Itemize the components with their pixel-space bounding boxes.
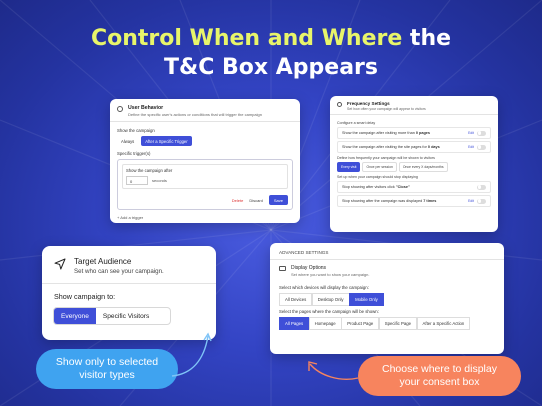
stop-close-text: Stop showing after visitors click: [342, 185, 396, 189]
frequency-options: Every visit Once per session Once every …: [337, 162, 491, 172]
curved-arrow-left-icon: [171, 332, 212, 377]
delay-pages-value: 0 pages: [415, 131, 431, 135]
all-devices-option[interactable]: All Devices: [279, 293, 313, 306]
delete-button[interactable]: Delete: [232, 198, 244, 203]
edit-link[interactable]: Edit: [468, 131, 474, 135]
navigation-arrow-icon: [54, 258, 66, 270]
delay-item-days: Show the campaign after visiting the sit…: [337, 141, 491, 153]
specific-visitors-option[interactable]: Specific Visitors: [96, 308, 156, 324]
edit-link[interactable]: Edit: [468, 145, 474, 149]
user-behavior-subtitle: Define the specific user's actions or co…: [128, 112, 262, 117]
stop-close-toggle[interactable]: [477, 184, 486, 190]
delay-days-value: 0 days: [427, 145, 440, 149]
pages-options: All Pages Homepage Product Page Specific…: [279, 317, 495, 330]
display-options-title: Display Options: [291, 265, 327, 271]
user-behavior-header: User Behavior Define the specific user's…: [110, 99, 300, 122]
product-page-option[interactable]: Product Page: [341, 317, 380, 330]
always-option[interactable]: Always: [117, 136, 138, 146]
headline-part2: the: [402, 26, 452, 51]
delay-item-pages: Show the campaign after visiting more th…: [337, 127, 491, 139]
trigger-box: Show the campaign after 0 seconds Delete…: [117, 159, 293, 210]
trigger-seconds-input[interactable]: 0: [126, 176, 148, 185]
stop-times-text: Stop showing after the campaign was disp…: [342, 199, 424, 203]
desktop-only-option[interactable]: Desktop Only: [311, 293, 350, 306]
after-specific-action-option[interactable]: After a Specific Action: [416, 317, 471, 330]
callout-right-line1: Choose where to display: [382, 363, 497, 375]
trigger-unit: seconds: [152, 178, 167, 183]
save-button[interactable]: Save: [268, 195, 288, 205]
devices-options: All Devices Desktop Only Mobile Only: [279, 293, 495, 306]
discard-button[interactable]: Discard: [249, 198, 263, 203]
stop-close-value: "Close": [395, 185, 410, 189]
stop-item-close: Stop showing after visitors click "Close…: [337, 181, 491, 193]
trigger-title: Show the campaign after: [126, 168, 173, 173]
homepage-option[interactable]: Homepage: [308, 317, 342, 330]
mobile-only-option[interactable]: Mobile Only: [349, 293, 384, 306]
stop-times-toggle[interactable]: [477, 198, 486, 204]
target-audience-card: Target Audience Set who can see your cam…: [42, 246, 216, 340]
stop-item-times: Stop showing after the campaign was disp…: [337, 195, 491, 207]
headline-highlight: Control When and Where: [90, 26, 403, 51]
callout-left-line2: visitor types: [79, 369, 135, 381]
everyone-option[interactable]: Everyone: [54, 308, 96, 324]
advanced-settings-label: ADVANCED SETTINGS: [270, 243, 504, 260]
pages-label: Select the pages where the campaign will…: [279, 309, 379, 314]
target-audience-title: Target Audience: [74, 257, 132, 266]
user-icon: [117, 106, 123, 112]
callout-left: Show only to selected visitor types: [36, 349, 178, 389]
headline-line2: T&C Box Appears: [164, 55, 378, 80]
once-every-x-option[interactable]: Once every X days/months: [398, 162, 448, 172]
user-behavior-title: User Behavior: [128, 105, 164, 111]
display-options-card: ADVANCED SETTINGS Display Options Set wh…: [270, 243, 504, 354]
every-visit-option[interactable]: Every visit: [337, 162, 361, 172]
once-per-session-option[interactable]: Once per session: [362, 162, 397, 172]
frequency-title: Frequency Settings: [347, 101, 390, 106]
show-campaign-label: Show the campaign: [117, 128, 155, 133]
delay-label: Configure a smart delay: [337, 121, 376, 125]
stop-times-value: 7 times: [423, 199, 437, 203]
add-trigger-button[interactable]: + Add a trigger: [117, 215, 293, 220]
specific-page-option[interactable]: Specific Page: [378, 317, 418, 330]
all-pages-option[interactable]: All Pages: [279, 317, 310, 330]
delay-pages-text: Show the campaign after visiting more th…: [342, 131, 416, 135]
delay-days-text: Show the campaign after visiting the sit…: [342, 145, 428, 149]
frequency-settings-card: Frequency Settings Set how often your ca…: [330, 96, 498, 232]
user-behavior-card: User Behavior Define the specific user's…: [110, 99, 300, 223]
callout-right-line2: your consent box: [399, 376, 480, 388]
delay-days-toggle[interactable]: [477, 144, 486, 150]
audience-toggle: Everyone Specific Visitors: [53, 307, 171, 325]
freq-label: Define how frequently your campaign will…: [337, 156, 435, 160]
target-audience-subtitle: Set who can see your campaign.: [74, 268, 164, 275]
curved-arrow-right-icon: [308, 361, 359, 380]
clock-icon: [337, 102, 342, 107]
specific-trigger-option[interactable]: After a Specific Trigger: [141, 136, 192, 146]
devices-label: Select which devices will display the ca…: [279, 285, 369, 290]
monitor-icon: [279, 266, 286, 271]
frequency-subtitle: Set how often your campaign will appear …: [347, 107, 426, 111]
callout-left-line1: Show only to selected: [55, 356, 159, 368]
triggers-label: Specific trigger(s): [117, 151, 151, 156]
show-campaign-to-label: Show campaign to:: [54, 292, 116, 301]
callout-right: Choose where to display your consent box: [358, 356, 521, 396]
stop-label: Set up when your campaign should stop di…: [337, 175, 418, 179]
headline: Control When and Where the T&C Box Appea…: [0, 24, 542, 82]
delay-pages-toggle[interactable]: [477, 130, 486, 136]
display-options-subtitle: Set where you want to show your campaign…: [291, 272, 370, 277]
trigger-mode-toggle: Always After a Specific Trigger: [117, 136, 293, 146]
edit-link[interactable]: Edit: [468, 199, 474, 203]
